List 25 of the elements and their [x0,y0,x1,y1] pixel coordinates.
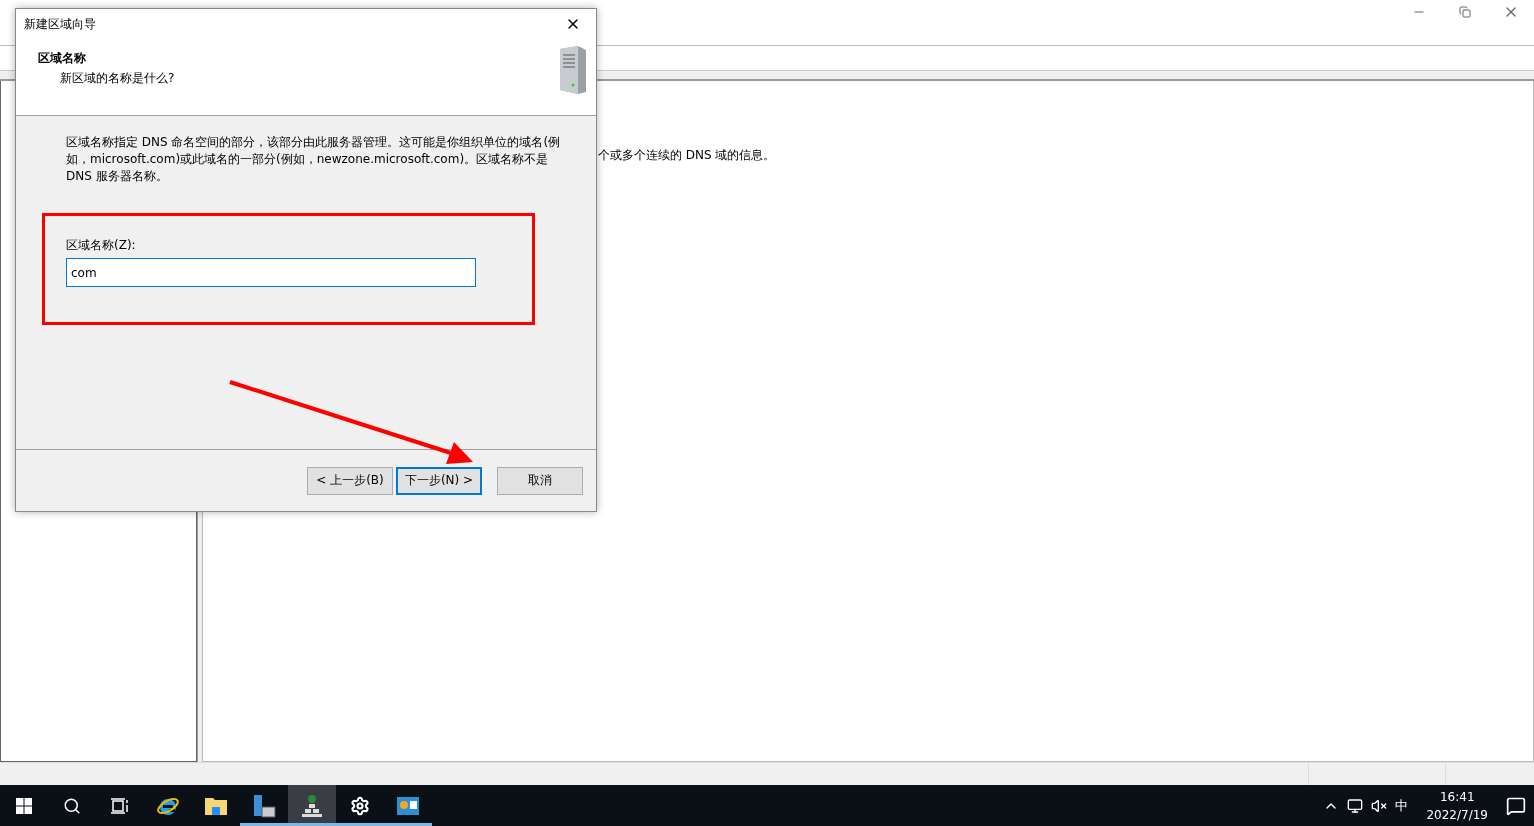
taskbar-app[interactable] [288,785,336,826]
settings-icon [350,795,370,816]
volume-muted-icon[interactable] [1371,797,1388,814]
description-text: 区域名称指定 DNS 命名空间的部分，该部分由此服务器管理。这可能是你组织单位的域名(例如，microsoft.com)或此域名的一部分(例如，newzone.microsoft.com)。区域名称不是 DNS 服务器名称。 [66,134,562,185]
clock[interactable]: 16:41 2022/7/19 [1416,787,1498,824]
restore-icon [1459,6,1471,18]
task-view-icon [111,797,129,814]
field-label: 区域名称(Z): [66,237,137,254]
wizard-button[interactable]: 取消 [497,466,583,495]
dialog-title: 新建区域向导 [24,15,96,33]
content-text: 个或多个连续的 DNS 域的信息。 [598,148,776,162]
folder-icon [204,795,228,816]
notification-icon[interactable] [1506,795,1526,816]
zone-name-input[interactable]: com [66,258,476,287]
server-briefcase-icon [252,793,276,818]
network-globe-icon [300,793,324,818]
header-title: 区域名称 [38,50,87,67]
wizard-button[interactable]: < 上一步(B) [307,466,393,495]
network-icon[interactable] [1347,797,1364,814]
ime-indicator[interactable]: 中 [1395,796,1409,815]
search-icon [63,796,81,815]
header-subtitle: 新区域的名称是什么? [59,70,175,87]
windows-logo-icon [16,797,32,814]
control-panel-icon [396,795,420,816]
wizard-button[interactable]: 下一步(N) > [396,466,482,495]
